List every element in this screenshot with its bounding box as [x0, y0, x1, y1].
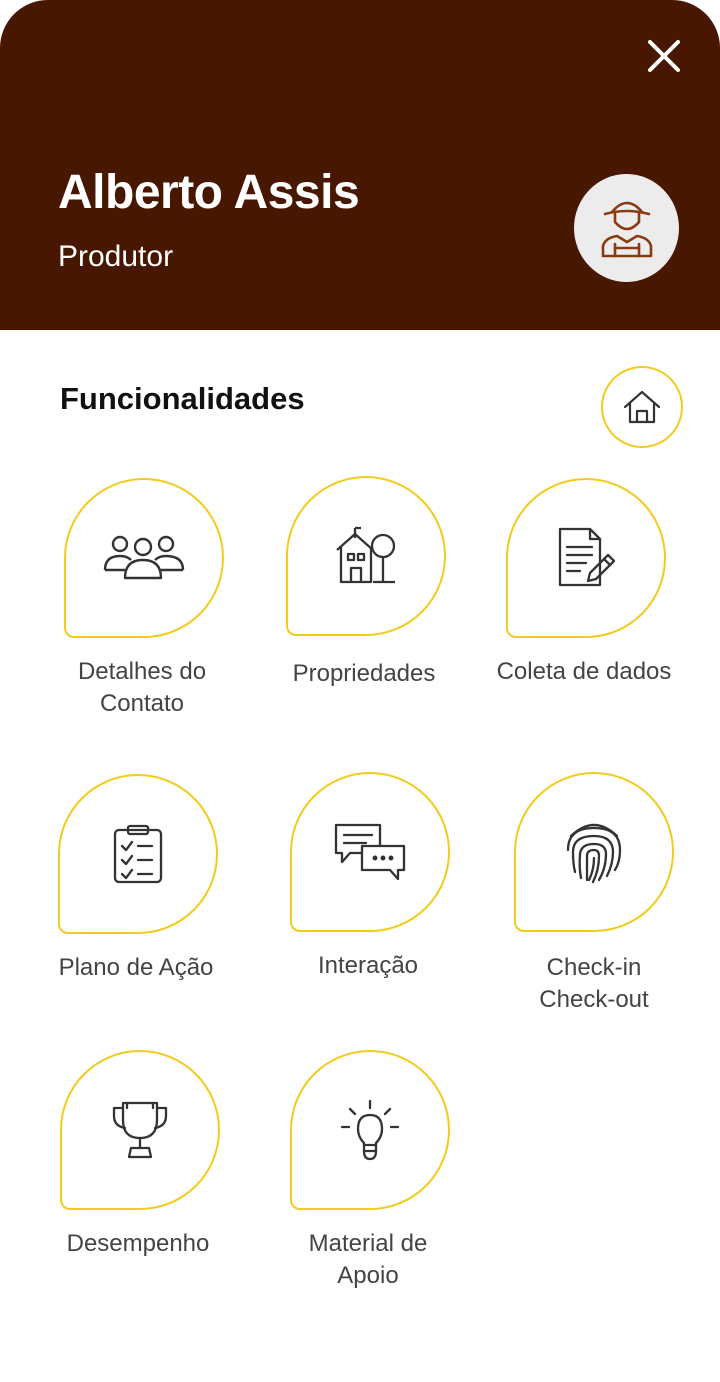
interaction-icon	[333, 822, 407, 882]
feature-icon-container	[58, 774, 218, 934]
feature-label: Coleta de dados	[496, 658, 672, 685]
avatar[interactable]	[574, 174, 679, 282]
section-title: Funcionalidades	[60, 381, 305, 416]
close-icon	[646, 38, 682, 74]
user-role: Produtor	[58, 240, 174, 273]
profile-header: Alberto Assis Produtor	[0, 0, 720, 330]
feature-label: Plano de Ação	[58, 954, 214, 981]
home-button[interactable]	[601, 366, 683, 448]
feature-label: Interação	[317, 952, 419, 979]
fingerprint-icon	[565, 820, 623, 884]
feature-icon-container	[514, 772, 674, 932]
feature-icon-container	[506, 478, 666, 638]
feature-icon-container	[60, 1050, 220, 1210]
feature-label: Check-in Check-out	[539, 954, 649, 1013]
action-plan-icon	[112, 824, 164, 884]
contacts-icon	[103, 534, 185, 582]
farmer-icon	[597, 196, 657, 260]
lightbulb-icon	[340, 1099, 400, 1161]
data-collection-icon	[556, 527, 616, 589]
user-name: Alberto Assis	[58, 166, 360, 219]
trophy-icon	[111, 1100, 169, 1160]
feature-icon-container	[290, 772, 450, 932]
property-icon	[335, 526, 397, 586]
feature-label: Detalhes do Contato	[77, 658, 207, 717]
feature-label: Desempenho	[66, 1230, 210, 1257]
home-icon	[622, 387, 662, 427]
feature-icon-container	[290, 1050, 450, 1210]
feature-label: Propriedades	[292, 660, 436, 687]
feature-label: Material de Apoio	[308, 1230, 428, 1289]
close-button[interactable]	[638, 30, 690, 82]
feature-icon-container	[64, 478, 224, 638]
feature-icon-container	[286, 476, 446, 636]
